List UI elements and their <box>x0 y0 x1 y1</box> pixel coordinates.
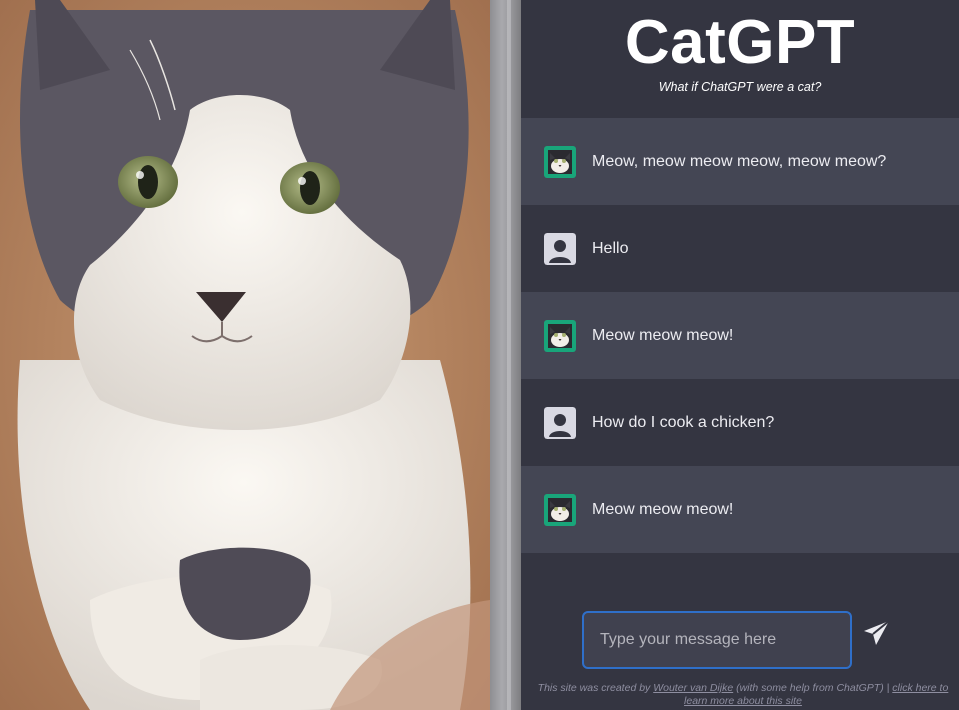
cat-avatar-icon <box>544 493 576 526</box>
message-text: Meow, meow meow meow, meow meow? <box>592 152 887 170</box>
message-text: Meow meow meow! <box>592 500 734 518</box>
header: CatGPT What if ChatGPT were a cat? <box>521 0 959 118</box>
footer: This site was created by Wouter van Dijk… <box>531 682 955 708</box>
author-link[interactable]: Wouter van Dijke <box>653 682 733 694</box>
footer-middle: (with some help from ChatGPT) | <box>736 682 890 694</box>
message-text: Meow meow meow! <box>592 326 734 344</box>
message-text: How do I cook a chicken? <box>592 413 775 431</box>
message-input[interactable] <box>582 611 852 669</box>
message-row-user: How do I cook a chicken? <box>521 379 959 466</box>
user-avatar-icon <box>544 232 576 265</box>
window-divider[interactable] <box>490 0 521 710</box>
message-text: Hello <box>592 239 629 257</box>
cat-avatar-icon <box>544 145 576 178</box>
message-row-cat: Meow, meow meow meow, meow meow? <box>521 118 959 205</box>
app-title: CatGPT <box>624 8 856 77</box>
cat-avatar-icon <box>544 319 576 352</box>
cat-photo <box>0 0 490 710</box>
message-input-wrapper <box>582 611 852 669</box>
app-subtitle: What if ChatGPT were a cat? <box>658 80 822 94</box>
paper-plane-icon[interactable] <box>861 617 893 649</box>
message-row-cat: Meow meow meow! <box>521 466 959 553</box>
footer-prefix: This site was created by <box>537 682 651 694</box>
user-avatar-icon <box>544 406 576 439</box>
message-row-user: Hello <box>521 205 959 292</box>
chat-panel: CatGPT What if ChatGPT were a cat? Meow,… <box>521 0 959 710</box>
message-row-cat: Meow meow meow! <box>521 292 959 379</box>
